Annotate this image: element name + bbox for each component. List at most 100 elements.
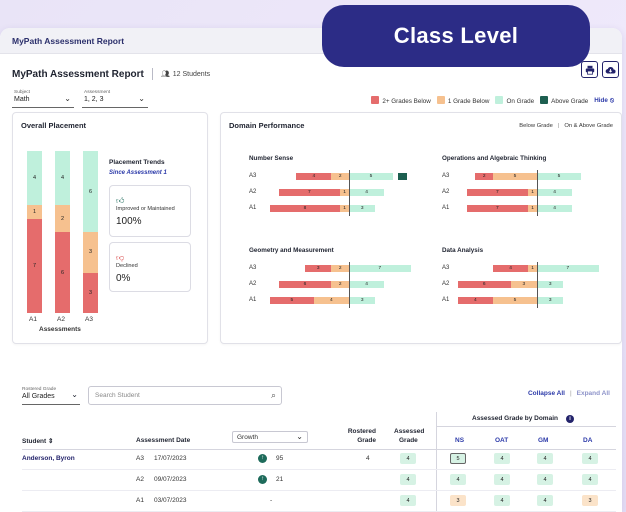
domain-bar-segment: 7: [466, 189, 529, 196]
on-above-grade-toggle[interactable]: On & Above Grade: [564, 123, 613, 129]
row-divider: [22, 490, 616, 491]
domain-bar-segment: 2: [331, 281, 349, 288]
hide-legend-button[interactable]: Hide ⦸: [594, 97, 614, 105]
domain-row-label: A1: [249, 297, 257, 303]
overall-placement-title: Overall Placement: [21, 121, 87, 130]
below-grade-toggle[interactable]: Below Grade: [519, 123, 553, 129]
domain-bar-segment: 4: [493, 265, 529, 272]
da-header: DA: [583, 437, 593, 444]
legend-swatch: [495, 96, 504, 104]
assessed-grade-chip: 4: [400, 495, 416, 506]
rostered-grade-select[interactable]: Rostered Grade All Grades ⌄: [22, 386, 80, 405]
domain-row-label: A2: [249, 189, 257, 195]
info-icon[interactable]: i: [566, 415, 574, 423]
download-button[interactable]: [602, 61, 619, 78]
placement-bar-label: A3: [85, 316, 93, 323]
domain-bar-segment: 1: [528, 189, 537, 196]
legend-swatch: [540, 96, 549, 104]
header-divider: [151, 68, 153, 80]
domain-bar-segment: 6: [457, 281, 511, 288]
student-name-link[interactable]: Anderson, Byron: [22, 455, 75, 462]
domain-row-label: A3: [442, 173, 450, 179]
search-icon: ⌕: [270, 390, 276, 400]
domain-bar-segment: 1: [528, 205, 537, 212]
domain-bar-segment: 4: [537, 189, 573, 196]
student-count-label: 12 Students: [172, 70, 211, 78]
placement-segment: 6: [55, 232, 70, 313]
growth-value: 21: [276, 476, 284, 483]
rostered-grade-value: All Grades: [22, 393, 55, 400]
expand-all-link[interactable]: Expand All: [577, 390, 610, 397]
domain-bar-segment: 7: [278, 189, 341, 196]
domain-group-title: Data Analysis: [442, 247, 484, 254]
domain-column-divider: [436, 412, 437, 512]
oat-header: OAT: [495, 437, 509, 444]
placement-segment: 1: [27, 205, 42, 219]
domain-performance-title: Domain Performance: [229, 121, 305, 130]
placement-trends-subtitle: Since Assessment 1: [109, 170, 167, 176]
improved-label: Improved or Maintained: [116, 206, 175, 212]
domain-bar-segment: 4: [457, 297, 493, 304]
domain-bar-segment: 8: [269, 205, 341, 212]
assessment-id: A2: [136, 476, 144, 483]
domain-bar-segment: 5: [537, 173, 581, 180]
domain-row-label: A3: [249, 265, 257, 271]
placement-segment: 4: [55, 151, 70, 205]
domain-group-title: Operations and Algebraic Thinking: [442, 155, 547, 162]
domain-bar-segment: 2: [475, 173, 493, 180]
header-divider: [22, 449, 616, 450]
subject-value: Math: [14, 96, 30, 103]
placement-bar-label: A1: [29, 316, 37, 323]
declined-value: 0%: [116, 273, 131, 284]
growth-value: -: [270, 497, 273, 504]
rostered-header-1: Rostered: [347, 428, 376, 435]
domain-bar-segment: 5: [349, 173, 393, 180]
domain-group-title: Geometry and Measurement: [249, 247, 334, 254]
assessment-date: 17/07/2023: [154, 455, 187, 462]
placement-segment: 2: [55, 205, 70, 232]
chevron-down-icon: ⌄: [138, 94, 145, 103]
domain-bar-segment: 4: [349, 189, 385, 196]
domain-bar-segment: 5: [493, 173, 537, 180]
domain-bar-segment: 7: [349, 265, 411, 272]
assessment-date: 09/07/2023: [154, 476, 187, 483]
report-window: MyPath Assessment Report MyPath Assessme…: [0, 28, 622, 512]
search-input[interactable]: Search Student ⌕: [88, 386, 282, 405]
placement-bar-label: A2: [57, 316, 65, 323]
subject-select[interactable]: Subject Math ⌄: [12, 89, 74, 108]
domain-bar-segment: 3: [305, 265, 332, 272]
domain-bar-segment: 4: [296, 173, 332, 180]
print-button[interactable]: [581, 61, 598, 78]
domain-row-label: A1: [442, 297, 450, 303]
assessment-label: Assessment: [84, 90, 111, 95]
assessment-select[interactable]: Assessment 1, 2, 3 ⌄: [82, 89, 148, 108]
collapse-all-link[interactable]: Collapse All: [528, 390, 565, 397]
legend-item-1-below: 1 Grade Below: [436, 96, 489, 105]
domain-bar-segment: 3: [537, 281, 564, 288]
domain-grade-chip: 4: [537, 495, 553, 506]
chevron-down-icon: ⌄: [296, 432, 303, 441]
improved-value: 100%: [116, 216, 142, 227]
legend-item-2plus-below: 2+ Grades Below: [371, 96, 431, 105]
domain-bar-segment: 3: [349, 205, 376, 212]
assessed-grade-chip: 4: [400, 453, 416, 464]
domain-bar-segment: 5: [493, 297, 537, 304]
domain-row-label: A2: [249, 281, 257, 287]
growth-select[interactable]: Growth ⌄: [232, 431, 308, 443]
topbar-title: MyPath Assessment Report: [12, 36, 125, 46]
rostered-grade: 4: [366, 455, 370, 462]
domain-grade-line: [537, 170, 538, 216]
domain-bar-segment: 1: [528, 265, 537, 272]
domain-grade-line: [349, 170, 350, 216]
placement-segment: 4: [27, 151, 42, 205]
assessed-grade-chip: 4: [400, 474, 416, 485]
gm-header: GM: [538, 437, 549, 444]
printer-icon: [585, 65, 594, 75]
domain-bar-segment: [398, 173, 407, 180]
student-header[interactable]: Student ⇕: [22, 437, 53, 445]
collapse-expand: Collapse All | Expand All: [528, 390, 610, 397]
assessment-date-header: Assessment Date: [136, 437, 191, 444]
assessment-id: A1: [136, 497, 144, 504]
thumbs-up-icon: 👍︎: [116, 196, 125, 205]
rostered-grade-label: Rostered Grade: [22, 387, 57, 392]
